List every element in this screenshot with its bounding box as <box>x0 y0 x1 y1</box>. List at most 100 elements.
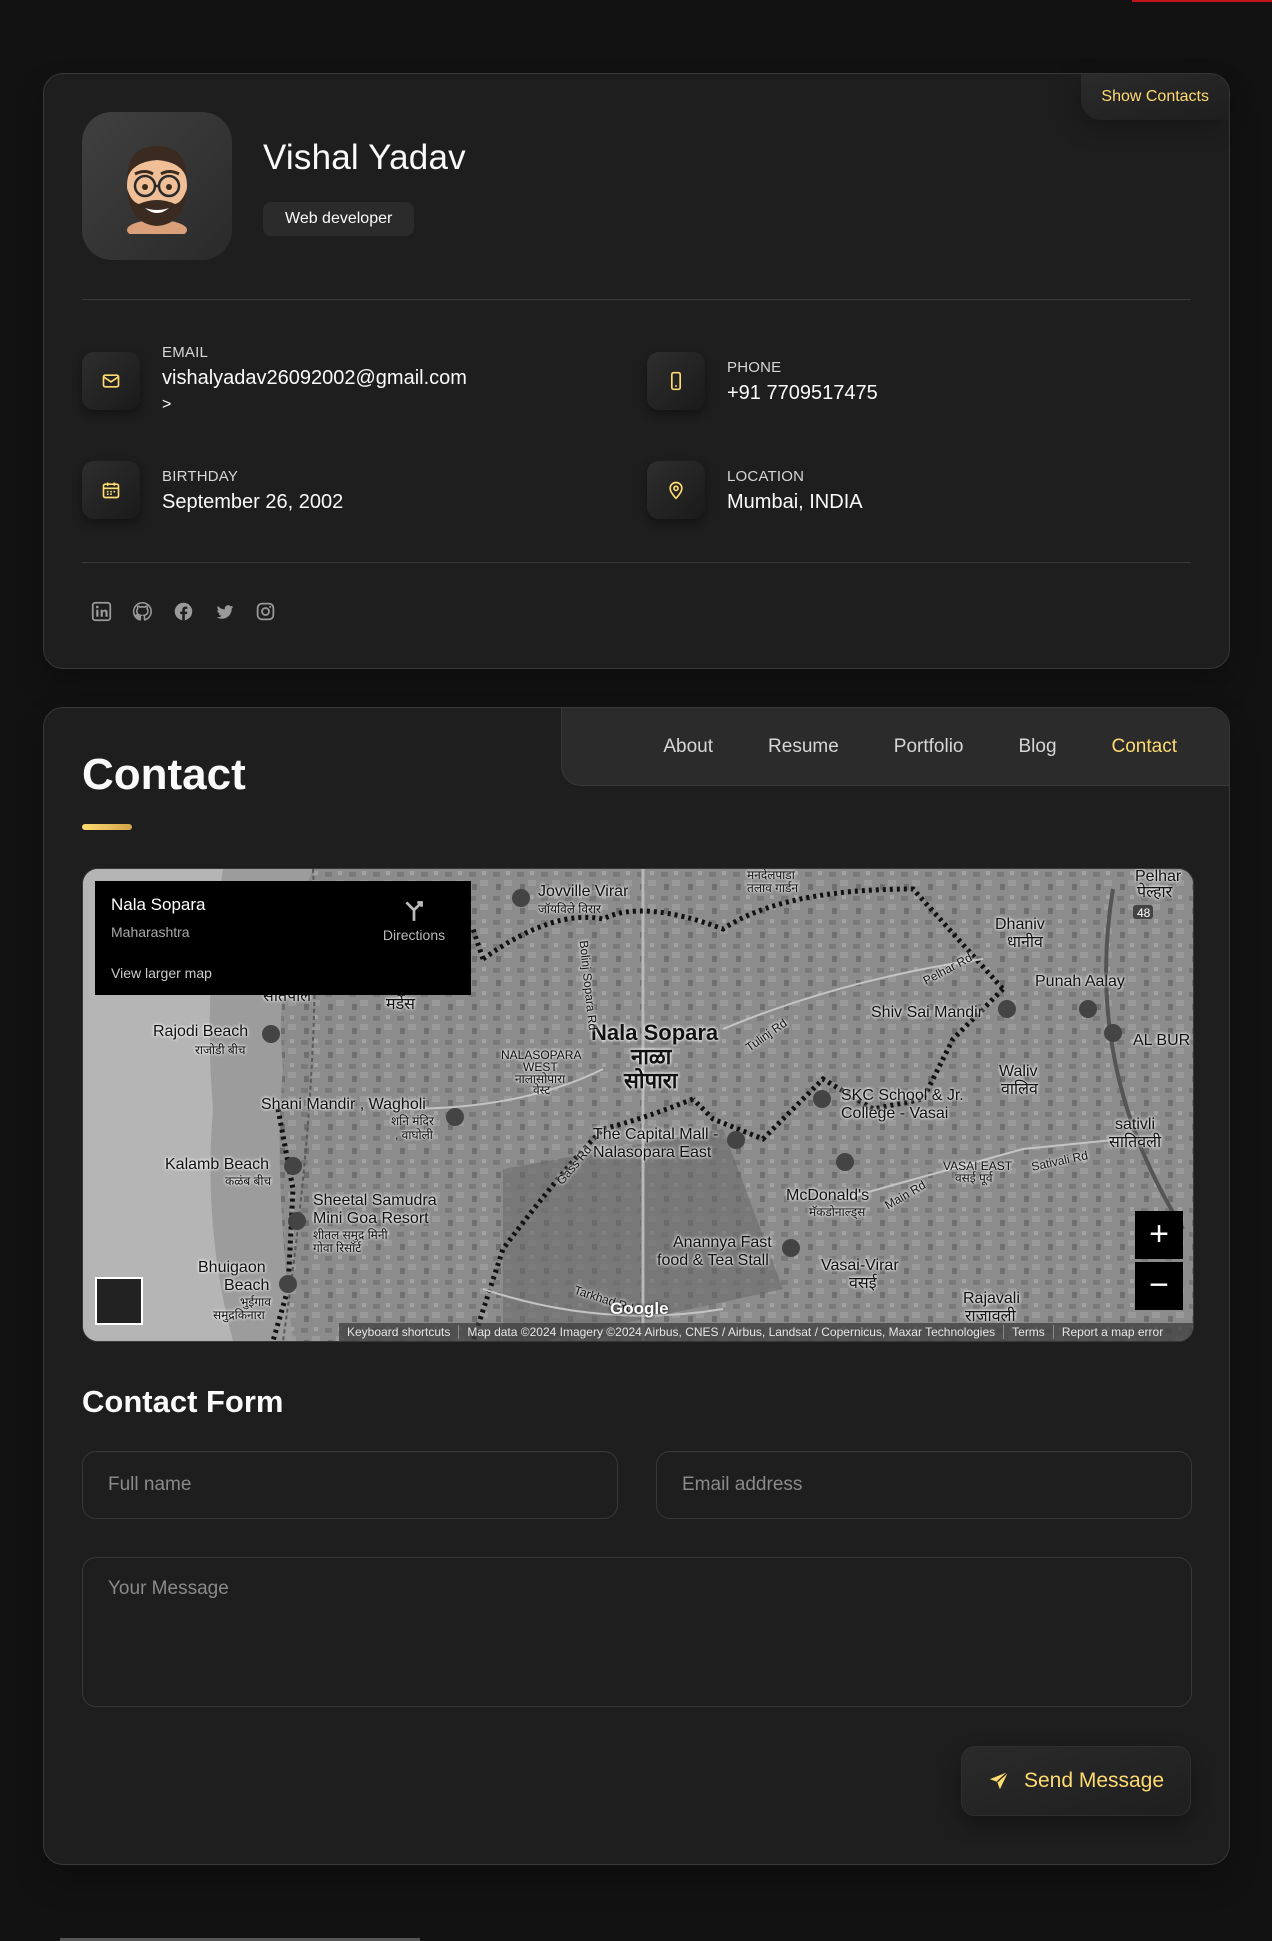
map-label: sativli <box>1115 1116 1156 1133</box>
view-larger-map-link[interactable]: View larger map <box>111 965 212 981</box>
title-underline <box>82 824 132 830</box>
full-name-input[interactable] <box>82 1451 618 1519</box>
map-label: Bhuigaon <box>198 1259 266 1276</box>
send-icon <box>989 1771 1009 1790</box>
directions-label: Directions <box>382 927 446 943</box>
map-label: Beach <box>224 1277 270 1294</box>
map-label: वालिव <box>1001 1081 1038 1098</box>
location-pin-icon <box>669 481 683 500</box>
map-type-toggle[interactable] <box>95 1277 143 1325</box>
top-accent-bar <box>1132 0 1272 2</box>
map-label: कळंब बीच <box>225 1174 272 1188</box>
map-label: धानीव <box>1007 934 1043 951</box>
map-label: , वाघोली <box>395 1128 433 1142</box>
birthday-value: September 26, 2002 <box>162 491 344 513</box>
map-label: Waliv <box>999 1063 1038 1080</box>
phone-link[interactable]: +91 7709517475 <box>727 382 878 405</box>
map-label: AL BUR <box>1133 1032 1191 1049</box>
email-icon-box <box>82 352 140 410</box>
map-label: वेस्ट <box>533 1083 551 1097</box>
map-label: मर्डेस <box>386 996 415 1013</box>
map-label: गोवा रिसॉर्ट <box>313 1241 362 1255</box>
map-attribution: Map data ©2024 Imagery ©2024 Airbus, CNE… <box>459 1325 1005 1339</box>
map-label: Punah Aalay <box>1035 973 1125 990</box>
map-label: Dhaniv <box>995 916 1045 933</box>
main-content: About Resume Portfolio Blog Contact Cont… <box>43 707 1230 1865</box>
phone-title: Phone <box>727 359 782 376</box>
nav-contact[interactable]: Contact <box>1112 736 1177 758</box>
message-textarea[interactable] <box>82 1557 1192 1707</box>
map-label: सोपारा <box>624 1068 678 1093</box>
google-logo: Google <box>610 1299 669 1318</box>
email-input[interactable] <box>656 1451 1192 1519</box>
email-link[interactable]: vishalyadav26092002@gmail.com <box>162 367 467 390</box>
avatar <box>82 112 232 260</box>
send-message-label: Send Message <box>1023 1769 1165 1792</box>
separator <box>82 299 1191 300</box>
phone-icon <box>671 371 681 391</box>
zoom-in-button[interactable]: + <box>1135 1211 1183 1259</box>
map-label: मनदेलपाडा <box>747 868 795 882</box>
memoji-avatar-icon <box>127 146 187 234</box>
nav-about[interactable]: About <box>663 736 713 758</box>
facebook-icon[interactable] <box>172 600 195 623</box>
calendar-icon <box>102 482 120 499</box>
navbar: About Resume Portfolio Blog Contact <box>561 708 1229 786</box>
map-label: सातिवली <box>1109 1134 1162 1151</box>
linkedin-icon[interactable] <box>90 600 113 623</box>
map-label: College - Vasai <box>841 1105 949 1122</box>
map-label: Rajavali <box>963 1290 1020 1307</box>
map-label: McDonald's <box>786 1187 870 1204</box>
map-label: पेल्हार <box>1137 884 1173 901</box>
zoom-out-button[interactable]: − <box>1135 1262 1183 1310</box>
mail-icon <box>102 374 120 388</box>
map-label: नाळा <box>631 1044 672 1069</box>
location-value: Mumbai, INDIA <box>727 491 863 513</box>
location-title: Location <box>727 468 805 485</box>
email-title: Email <box>162 344 209 361</box>
directions-button[interactable]: Directions <box>379 897 449 943</box>
sidebar: Show Contacts Vishal Yadav Web developer… <box>43 73 1230 669</box>
instagram-icon[interactable] <box>254 600 277 623</box>
map-label: Shani Mandir , Wagholi <box>261 1096 426 1113</box>
map-label: Anannya Fast <box>673 1234 772 1251</box>
highway-shield: 48 <box>1137 906 1151 920</box>
map-label: SKC School & Jr. <box>841 1087 964 1104</box>
terms-link[interactable]: Terms <box>1004 1325 1054 1339</box>
github-icon[interactable] <box>131 600 154 623</box>
nav-portfolio[interactable]: Portfolio <box>894 736 964 758</box>
send-message-button[interactable]: Send Message <box>961 1746 1191 1816</box>
map-label: समुद्रकिनारा <box>213 1308 265 1322</box>
map-label: Vasai-Virar <box>821 1257 899 1274</box>
email-overflow-text: > <box>162 396 172 413</box>
nav-resume[interactable]: Resume <box>768 736 839 758</box>
map-label: शीतल समुद्र मिनी <box>313 1228 388 1242</box>
map-label: food & Tea Stall <box>657 1252 769 1269</box>
phone-icon-box <box>647 352 705 410</box>
map-label: Nalasopara East <box>593 1144 712 1161</box>
map-embed[interactable]: Nala Sopara नाळा सोपारा Jovville Virar ज… <box>82 868 1194 1342</box>
profile-name: Vishal Yadav <box>263 138 466 177</box>
keyboard-shortcuts-link[interactable]: Keyboard shortcuts <box>339 1325 460 1339</box>
twitter-icon[interactable] <box>213 600 236 623</box>
map-place-name: Nala Sopara <box>111 895 206 914</box>
map-label: Rajodi Beach <box>153 1023 249 1040</box>
map-label: शनि मंदिर <box>391 1114 434 1128</box>
map-label: राजोडी बीच <box>195 1043 246 1057</box>
birthday-icon-box <box>82 461 140 519</box>
location-icon-box <box>647 461 705 519</box>
birthday-title: Birthday <box>162 468 239 485</box>
separator <box>82 562 1191 563</box>
map-label: Sheetal Samudra <box>313 1192 437 1209</box>
social-list <box>90 600 277 623</box>
page-title: Contact <box>82 750 246 799</box>
map-label: Jovville Virar <box>538 883 629 900</box>
profile-title-badge: Web developer <box>263 202 415 236</box>
contact-form-title: Contact Form <box>82 1384 284 1419</box>
map-label: The Capital Mall - <box>593 1126 719 1143</box>
map-label: Kalamb Beach <box>165 1156 270 1173</box>
nav-blog[interactable]: Blog <box>1018 736 1056 758</box>
show-contacts-button[interactable]: Show Contacts <box>1081 74 1229 120</box>
map-label: वसई पूर्व <box>955 1171 993 1185</box>
report-map-error-link[interactable]: Report a map error <box>1054 1325 1171 1339</box>
